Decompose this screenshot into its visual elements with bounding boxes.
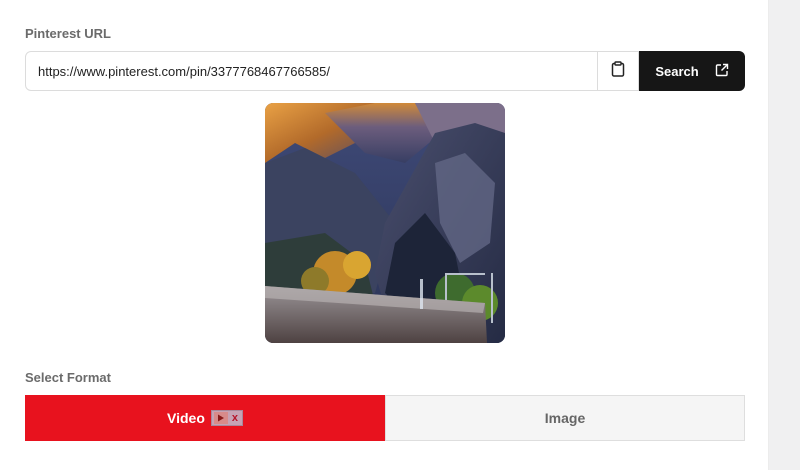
format-option-video[interactable]: Video x (25, 395, 385, 441)
format-option-image[interactable]: Image (385, 395, 745, 441)
paste-button[interactable] (598, 51, 639, 91)
format-selector: Video x Image (25, 395, 745, 441)
play-icon (213, 412, 228, 424)
pin-preview-image (265, 103, 505, 343)
url-row: Search (25, 51, 745, 91)
media-overlay-badge[interactable]: x (210, 410, 243, 426)
format-label: Select Format (25, 370, 111, 385)
url-input[interactable] (25, 51, 598, 91)
external-link-icon (715, 63, 729, 80)
url-label: Pinterest URL (25, 26, 111, 41)
search-button[interactable]: Search (639, 51, 745, 91)
clipboard-icon (611, 60, 625, 82)
format-option-image-label: Image (544, 410, 586, 426)
search-button-label: Search (655, 63, 699, 79)
format-option-video-label: Video (167, 410, 205, 426)
close-icon[interactable]: x (230, 412, 240, 424)
